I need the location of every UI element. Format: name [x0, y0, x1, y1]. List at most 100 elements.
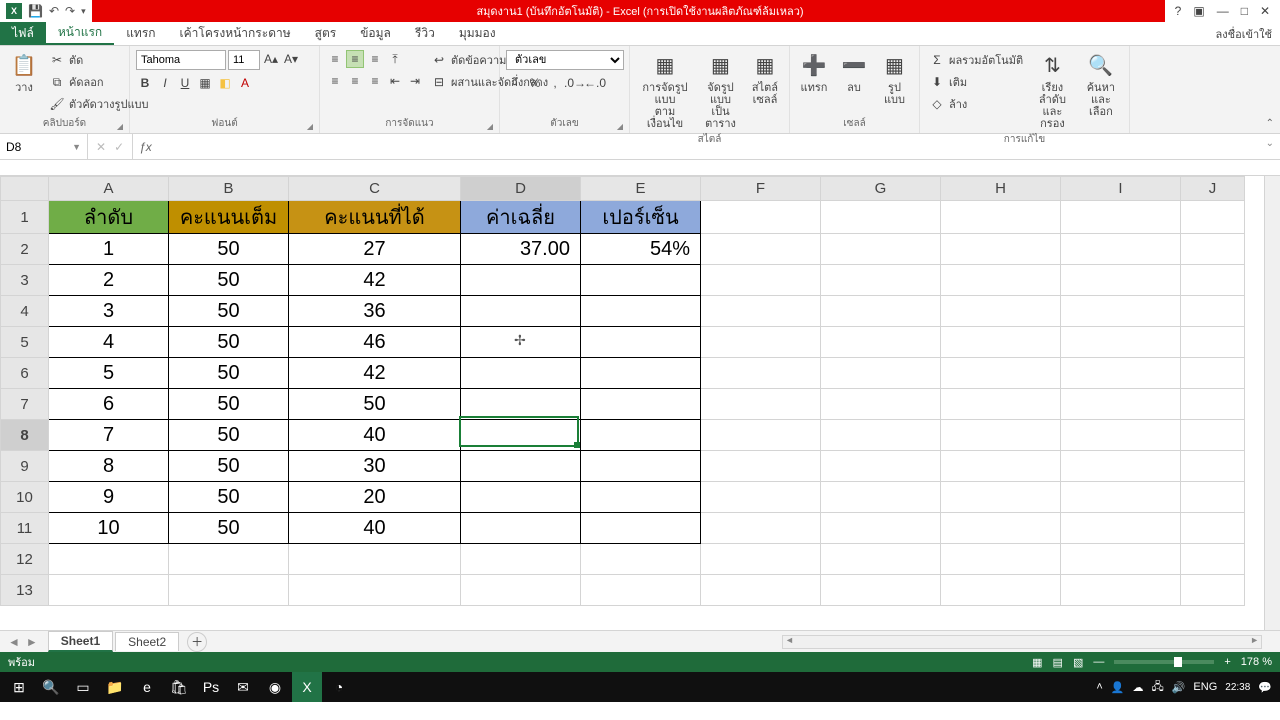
qat-dropdown-icon[interactable]: ▾: [81, 6, 86, 17]
paste-button[interactable]: 📋 วาง: [6, 50, 42, 96]
sign-in-link[interactable]: ลงชื่อเข้าใช้: [1216, 22, 1272, 46]
clock[interactable]: 22:38: [1225, 682, 1250, 693]
cell-D3[interactable]: [461, 265, 581, 296]
sheet-prev-icon[interactable]: ◄: [8, 635, 20, 649]
cell-E8[interactable]: [581, 420, 701, 451]
cell-E11[interactable]: [581, 513, 701, 544]
cell-style-button[interactable]: ▦สไตล์ เซลล์: [747, 50, 783, 108]
cell[interactable]: [1061, 389, 1181, 420]
fill-button[interactable]: ⬇เติม: [926, 72, 1026, 92]
undo-icon[interactable]: ↶: [49, 4, 59, 18]
tab-data[interactable]: ข้อมูล: [348, 22, 403, 45]
cell-C2[interactable]: 27: [289, 234, 461, 265]
cell[interactable]: [701, 296, 821, 327]
cancel-formula-icon[interactable]: ✕: [96, 140, 106, 154]
cell-E5[interactable]: [581, 327, 701, 358]
cell[interactable]: [701, 513, 821, 544]
fill-color-button[interactable]: ◧: [216, 74, 234, 92]
sheet-tab-2[interactable]: Sheet2: [115, 632, 179, 651]
cell-C9[interactable]: 30: [289, 451, 461, 482]
cell[interactable]: [941, 327, 1061, 358]
cell-A2[interactable]: 1: [49, 234, 169, 265]
store-icon[interactable]: 🛍: [164, 672, 194, 702]
italic-button[interactable]: I: [156, 74, 174, 92]
cell-A6[interactable]: 5: [49, 358, 169, 389]
cell[interactable]: [1061, 513, 1181, 544]
indent-dec-icon[interactable]: ⇤: [386, 72, 404, 90]
cell-A5[interactable]: 4: [49, 327, 169, 358]
accounting-icon[interactable]: ₫: [506, 74, 524, 92]
cell[interactable]: [1181, 296, 1245, 327]
close-icon[interactable]: ✕: [1258, 4, 1272, 18]
align-middle-icon[interactable]: ≡: [346, 50, 364, 68]
header-cell-C[interactable]: คะแนนที่ได้: [289, 201, 461, 234]
tab-home[interactable]: หน้าแรก: [46, 22, 114, 45]
cell-B6[interactable]: 50: [169, 358, 289, 389]
cell[interactable]: [701, 265, 821, 296]
fx-icon[interactable]: ƒx: [133, 134, 158, 159]
col-header-E[interactable]: E: [581, 177, 701, 201]
cell[interactable]: [941, 544, 1061, 575]
zoom-in-icon[interactable]: +: [1224, 656, 1230, 668]
cell[interactable]: [1181, 234, 1245, 265]
cell[interactable]: [169, 544, 289, 575]
cell-B11[interactable]: 50: [169, 513, 289, 544]
cell-B3[interactable]: 50: [169, 265, 289, 296]
col-header-J[interactable]: J: [1181, 177, 1245, 201]
cell[interactable]: [701, 544, 821, 575]
cell[interactable]: [1181, 544, 1245, 575]
cell[interactable]: [1181, 201, 1245, 234]
cell[interactable]: [1181, 358, 1245, 389]
cell-E7[interactable]: [581, 389, 701, 420]
cell[interactable]: [941, 358, 1061, 389]
col-header-F[interactable]: F: [701, 177, 821, 201]
cell[interactable]: [1061, 234, 1181, 265]
zoom-level[interactable]: 178 %: [1241, 656, 1272, 668]
cell-D10[interactable]: [461, 482, 581, 513]
help-icon[interactable]: ?: [1173, 4, 1184, 18]
row-header-6[interactable]: 6: [1, 358, 49, 389]
sheet-tab-1[interactable]: Sheet1: [48, 631, 113, 652]
row-header-10[interactable]: 10: [1, 482, 49, 513]
cell[interactable]: [701, 420, 821, 451]
row-header-4[interactable]: 4: [1, 296, 49, 327]
cell-D7[interactable]: [461, 389, 581, 420]
cell[interactable]: [821, 575, 941, 606]
cell-D2[interactable]: 37.00: [461, 234, 581, 265]
col-header-G[interactable]: G: [821, 177, 941, 201]
header-cell-E[interactable]: เปอร์เซ็น: [581, 201, 701, 234]
col-header-C[interactable]: C: [289, 177, 461, 201]
chrome-icon[interactable]: ◉: [260, 672, 290, 702]
cell-E2[interactable]: 54%: [581, 234, 701, 265]
launcher-icon[interactable]: ◢: [617, 122, 623, 131]
view-layout-icon[interactable]: ▤: [1053, 656, 1063, 669]
cell-B10[interactable]: 50: [169, 482, 289, 513]
cell[interactable]: [821, 296, 941, 327]
row-header-5[interactable]: 5: [1, 327, 49, 358]
cell-B9[interactable]: 50: [169, 451, 289, 482]
cell[interactable]: [1181, 265, 1245, 296]
align-right-icon[interactable]: ≡: [366, 72, 384, 90]
cell[interactable]: [701, 451, 821, 482]
cell-A3[interactable]: 2: [49, 265, 169, 296]
cell[interactable]: [701, 327, 821, 358]
row-header-1[interactable]: 1: [1, 201, 49, 234]
indent-inc-icon[interactable]: ⇥: [406, 72, 424, 90]
worksheet-grid[interactable]: ABCDEFGHIJ1ลำดับคะแนนเต็มคะแนนที่ได้ค่าเ…: [0, 176, 1280, 630]
cell[interactable]: [821, 420, 941, 451]
cell-A7[interactable]: 6: [49, 389, 169, 420]
cell[interactable]: [1061, 201, 1181, 234]
cell[interactable]: [581, 575, 701, 606]
cell[interactable]: [1181, 513, 1245, 544]
cell[interactable]: [941, 513, 1061, 544]
cell[interactable]: [821, 544, 941, 575]
launcher-icon[interactable]: ◢: [117, 122, 123, 131]
cell-D4[interactable]: [461, 296, 581, 327]
explorer-icon[interactable]: 📁: [100, 672, 130, 702]
mail-icon[interactable]: ✉: [228, 672, 258, 702]
select-all-corner[interactable]: [1, 177, 49, 201]
header-cell-B[interactable]: คะแนนเต็ม: [169, 201, 289, 234]
cell[interactable]: [701, 201, 821, 234]
cond-format-button[interactable]: ▦การจัดรูปแบบ ตามเงื่อนไข: [636, 50, 694, 132]
cell[interactable]: [461, 575, 581, 606]
